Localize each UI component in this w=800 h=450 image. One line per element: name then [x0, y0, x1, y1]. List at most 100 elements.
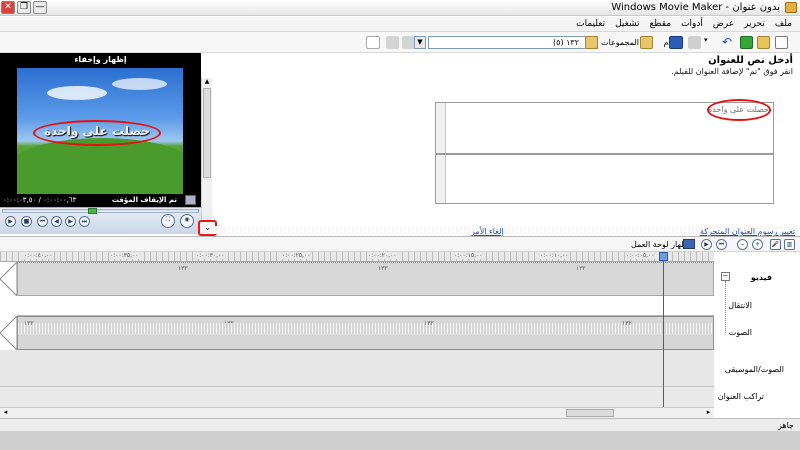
snapshot-icon[interactable]: ◉: [180, 214, 194, 228]
views-icon[interactable]: [366, 36, 380, 49]
collection-folder-icon: [585, 36, 598, 49]
fullscreen-icon[interactable]: ⛶: [161, 214, 175, 228]
redo-dropdown-icon[interactable]: ▾: [704, 36, 717, 49]
rewind-timeline-icon[interactable]: ⏮: [716, 239, 727, 250]
scroll-thumb[interactable]: [566, 409, 614, 417]
folder-up-icon[interactable]: [386, 36, 399, 49]
stop-icon[interactable]: ■: [21, 216, 32, 227]
new-project-icon[interactable]: [775, 36, 788, 49]
menu-help[interactable]: تعليمات: [576, 19, 605, 29]
preview-vertical-scrollbar[interactable]: ▲: [201, 78, 212, 220]
rewind-icon[interactable]: ◀: [51, 216, 62, 227]
audio-track-label[interactable]: الصوت: [729, 328, 752, 337]
audio-levels-icon[interactable]: ▥: [784, 239, 795, 250]
preview-monitor: إظهار وإخفاء حصلت على واحدة ٠:٠٠:٠٠,٦٣ /…: [0, 53, 201, 234]
play-icon[interactable]: ▶: [5, 216, 16, 227]
audio-track-arrow: [0, 316, 17, 350]
transition-track-label[interactable]: الانتقال: [728, 301, 752, 310]
playhead-handle[interactable]: [659, 252, 668, 261]
collections-label: المجموعات: [601, 38, 639, 47]
video-track[interactable]: ١٣٢ ١٣٢ ١٣٢: [17, 262, 714, 296]
preview-overlay-text: حصلت على واحدة: [44, 124, 150, 138]
menu-tools[interactable]: أدوات: [681, 19, 703, 29]
playhead-line[interactable]: [663, 252, 664, 407]
status-text: جاهز: [777, 421, 794, 430]
narrate-icon[interactable]: 🎤: [770, 239, 781, 250]
seek-bar[interactable]: [2, 209, 199, 213]
next-icon[interactable]: ⏭: [79, 216, 90, 227]
ruler-label: ٠:٠٠:٠٥,٠٠: [626, 252, 655, 259]
undo-icon[interactable]: ↶: [722, 36, 735, 49]
timeline-ruler[interactable]: ٠:٠٠:٤٠,٠٠ ٠:٠٠:٣٥,٠٠ ٠:٠٠:٣٠,٠٠ ٠:٠٠:٢٥…: [0, 252, 714, 262]
cancel-link[interactable]: إلغاء الأمر: [471, 227, 504, 236]
save-project-icon[interactable]: [740, 36, 753, 49]
split-icon[interactable]: [185, 195, 196, 205]
preview-time: ٠:٠٠:٠٠,٦٣ / ٠:٠٠:٠٣,٥٠: [3, 196, 77, 204]
title-bar: ✕ ❐ — بدون عنوان - Windows Movie Maker: [0, 0, 800, 16]
title-animation-link[interactable]: تغيير رسوم العنوان المتحركة: [700, 227, 795, 236]
menu-clip[interactable]: مقطع: [650, 19, 672, 29]
zoom-in-icon[interactable]: +: [752, 239, 763, 250]
title-overlay-track[interactable]: [0, 387, 714, 407]
timeline-horizontal-scrollbar[interactable]: ◂ ▸: [0, 407, 714, 418]
highlight-oval: [707, 99, 771, 121]
title-entry-heading: أدخل نص للعنوان: [708, 55, 793, 66]
previous-icon[interactable]: ⏮: [37, 216, 48, 227]
music-track-label[interactable]: الصوت/الموسيقى: [725, 365, 784, 374]
folder-icon: [640, 36, 653, 49]
title-entry-description: انقر فوق "تم" لإضافة العنوان للفيلم.: [671, 67, 793, 76]
menu-bar: ملف تحرير عرض أدوات مقطع تشغيل تعليمات: [0, 17, 800, 32]
toolbar: ▼ ١٣٢ (٥) المجموعات مهام ▾ ↶: [0, 32, 800, 53]
music-track[interactable]: [0, 350, 714, 387]
menu-edit[interactable]: تحرير: [744, 19, 765, 29]
collections-dropdown-arrow[interactable]: ▼: [414, 36, 426, 49]
preview-controls: ▶ ■ ⏮ ◀ ▶ ⏭ ⛶ ◉: [0, 207, 201, 234]
collections-select[interactable]: ١٣٢ (٥): [428, 36, 598, 49]
play-timeline-icon[interactable]: ▶: [701, 239, 712, 250]
preview-status-row: ٠:٠٠:٠٠,٦٣ / ٠:٠٠:٠٣,٥٠ تم الإيقاف المؤق…: [0, 194, 201, 207]
seek-thumb[interactable]: [88, 208, 97, 214]
preview-frame-image: حصلت على واحدة: [17, 68, 183, 194]
ruler-label: ٠:٠٠:١٥,٠٠: [454, 252, 483, 259]
preview-screen: حصلت على واحدة: [0, 66, 201, 207]
tree-line: [725, 281, 726, 333]
scroll-left-icon[interactable]: ◂: [1, 408, 10, 417]
restore-button[interactable]: ❐: [17, 1, 31, 14]
collapse-video-icon[interactable]: −: [721, 272, 730, 281]
storyboard-view-icon[interactable]: [683, 239, 695, 249]
subtitle-text-input[interactable]: [435, 154, 774, 204]
scroll-right-icon[interactable]: ▸: [704, 408, 713, 417]
clip-label: ١٣٢: [576, 265, 586, 272]
title-overlay-track-label[interactable]: تراكب العنوان: [718, 392, 764, 401]
redo-icon[interactable]: [688, 36, 701, 49]
video-track-arrow: [0, 262, 17, 296]
menu-view[interactable]: عرض: [713, 19, 734, 29]
status-bar: جاهز: [0, 418, 800, 431]
video-track-label[interactable]: فيديو: [751, 273, 772, 282]
open-project-icon[interactable]: [757, 36, 770, 49]
minimize-button[interactable]: —: [33, 1, 47, 14]
zoom-out-icon[interactable]: −: [737, 239, 748, 250]
ruler-label: ٠:٠٠:٢٠,٠٠: [368, 252, 397, 259]
close-button[interactable]: ✕: [1, 1, 15, 14]
scroll-up-icon[interactable]: ▲: [203, 78, 211, 86]
storyboard-icon[interactable]: [669, 36, 683, 49]
ruler-label: ٠:٠٠:٣٠,٠٠: [196, 252, 225, 259]
timeline-view-label[interactable]: إظهار لوحة العمل: [631, 240, 690, 249]
menu-play[interactable]: تشغيل: [615, 19, 639, 29]
movie-maker-app-icon: [785, 2, 797, 13]
cloud-shape: [112, 78, 167, 90]
text-scrollbar[interactable]: [436, 103, 446, 153]
timeline-toolbar: إظهار لوحة العمل ▶ ⏮ − + 🎤 ▥: [0, 236, 800, 252]
transition-track[interactable]: [17, 296, 714, 316]
scroll-thumb[interactable]: [203, 88, 211, 178]
clip-label: ١٣٢: [178, 265, 188, 272]
forward-icon[interactable]: ▶: [65, 216, 76, 227]
clip-label: ١٣٢: [378, 265, 388, 272]
bottom-strip: [0, 431, 800, 450]
menu-file[interactable]: ملف: [775, 19, 792, 29]
collections-button[interactable]: المجموعات: [601, 37, 639, 49]
ruler-label: ٠:٠٠:٣٥,٠٠: [110, 252, 139, 259]
text-scrollbar[interactable]: [436, 155, 446, 203]
ruler-label: ٠:٠٠:٤٠,٠٠: [24, 252, 53, 259]
